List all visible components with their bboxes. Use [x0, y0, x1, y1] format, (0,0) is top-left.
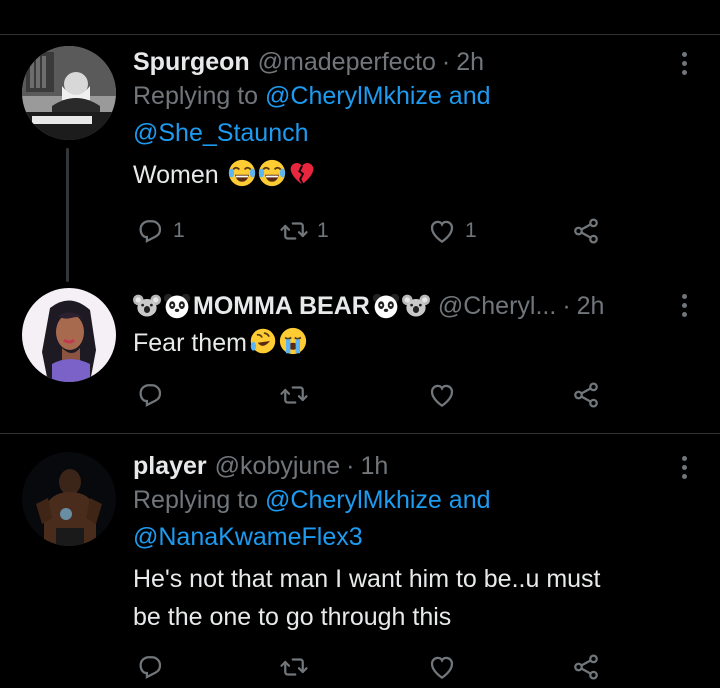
heart-icon [427, 380, 457, 410]
replying-to-label: Replying to [133, 486, 259, 514]
reply-icon [135, 380, 165, 410]
timestamp[interactable]: 1h [360, 450, 388, 482]
reply-button[interactable] [135, 652, 173, 682]
koala-emoji [402, 292, 430, 320]
tweet-text-line: be the one to go through this [133, 603, 452, 631]
thread-connector-line [66, 148, 69, 282]
share-icon [571, 216, 601, 246]
timestamp[interactable]: 2h [456, 46, 484, 78]
reply-icon [135, 652, 165, 682]
face-with-tears-of-joy-emoji [228, 159, 256, 187]
panda-emoji [372, 292, 400, 320]
replying-to-label: Replying to [133, 82, 259, 110]
more-options-icon[interactable] [682, 52, 688, 75]
user-handle[interactable]: @Cheryl... [438, 290, 556, 322]
heart-icon [427, 216, 457, 246]
tweet-actions [133, 652, 613, 684]
tweet-actions: 1 1 1 [133, 216, 613, 248]
tweet-header: Spurgeon @madeperfecto · 2h [133, 46, 680, 78]
tweet-text-line: He's not that man I want him to be..u mu… [133, 565, 601, 593]
replying-to: Replying to @CherylMkhize and @NanaKwame… [133, 482, 680, 556]
mention-link[interactable]: @CherylMkhize [265, 486, 442, 514]
display-name[interactable]: MOMMA BEAR [193, 290, 370, 322]
mention-link[interactable]: @CherylMkhize [265, 82, 442, 110]
more-options-icon[interactable] [682, 294, 688, 317]
like-button[interactable] [427, 380, 465, 410]
koala-emoji [133, 292, 161, 320]
broken-heart-emoji [288, 159, 316, 187]
retweet-icon [279, 380, 309, 410]
tweet-divider [0, 433, 720, 434]
tweet-text-content: Women [133, 161, 219, 189]
replying-to: Replying to @CherylMkhize and @She_Staun… [133, 78, 680, 152]
tweet-header: MOMMA BEAR @Cheryl... · 2h [133, 290, 680, 322]
more-options-icon[interactable] [682, 456, 688, 479]
avatar-player[interactable] [22, 452, 116, 546]
retweet-icon [279, 652, 309, 682]
like-button[interactable]: 1 [427, 216, 477, 246]
timestamp[interactable]: 2h [577, 290, 605, 322]
share-icon [571, 652, 601, 682]
retweet-button[interactable] [279, 380, 317, 410]
like-button[interactable] [427, 652, 465, 682]
separator-dot: · [346, 452, 355, 480]
user-handle[interactable]: @madeperfecto [258, 46, 436, 78]
reply-count: 1 [173, 219, 185, 242]
tweet-text-content: Fear them [133, 329, 247, 357]
like-count: 1 [465, 219, 477, 242]
mention-and[interactable]: and [449, 486, 491, 514]
rolling-on-floor-laughing-emoji [249, 327, 277, 355]
avatar-momma-bear[interactable] [22, 288, 116, 382]
tweet-text: He's not that man I want him to be..u mu… [133, 560, 680, 636]
heart-icon [427, 652, 457, 682]
panda-emoji [163, 292, 191, 320]
retweet-icon [279, 216, 309, 246]
tweet-actions [133, 380, 613, 412]
display-name[interactable]: Spurgeon [133, 46, 250, 78]
reply-button[interactable]: 1 [135, 216, 185, 246]
mention-link[interactable]: @She_Staunch [133, 119, 309, 147]
retweet-count: 1 [317, 219, 329, 242]
display-name[interactable]: player [133, 450, 207, 482]
tweet-text: Women [133, 156, 680, 194]
tweet-header: player @kobyjune · 1h [133, 450, 680, 482]
share-button[interactable] [571, 380, 601, 410]
user-handle[interactable]: @kobyjune [215, 450, 340, 482]
mention-and[interactable]: and [449, 82, 491, 110]
loudly-crying-face-emoji [279, 327, 307, 355]
top-divider [0, 34, 720, 35]
mention-link[interactable]: @NanaKwameFlex3 [133, 523, 363, 551]
tweet-text: Fear them [133, 324, 680, 362]
share-icon [571, 380, 601, 410]
avatar-spurgeon[interactable] [22, 46, 116, 140]
separator-dot: · [441, 48, 451, 76]
retweet-button[interactable] [279, 652, 317, 682]
reply-icon [135, 216, 165, 246]
share-button[interactable] [571, 216, 601, 246]
face-with-tears-of-joy-emoji [258, 159, 286, 187]
share-button[interactable] [571, 652, 601, 682]
separator-dot: · [562, 292, 571, 320]
retweet-button[interactable]: 1 [279, 216, 329, 246]
reply-button[interactable] [135, 380, 173, 410]
